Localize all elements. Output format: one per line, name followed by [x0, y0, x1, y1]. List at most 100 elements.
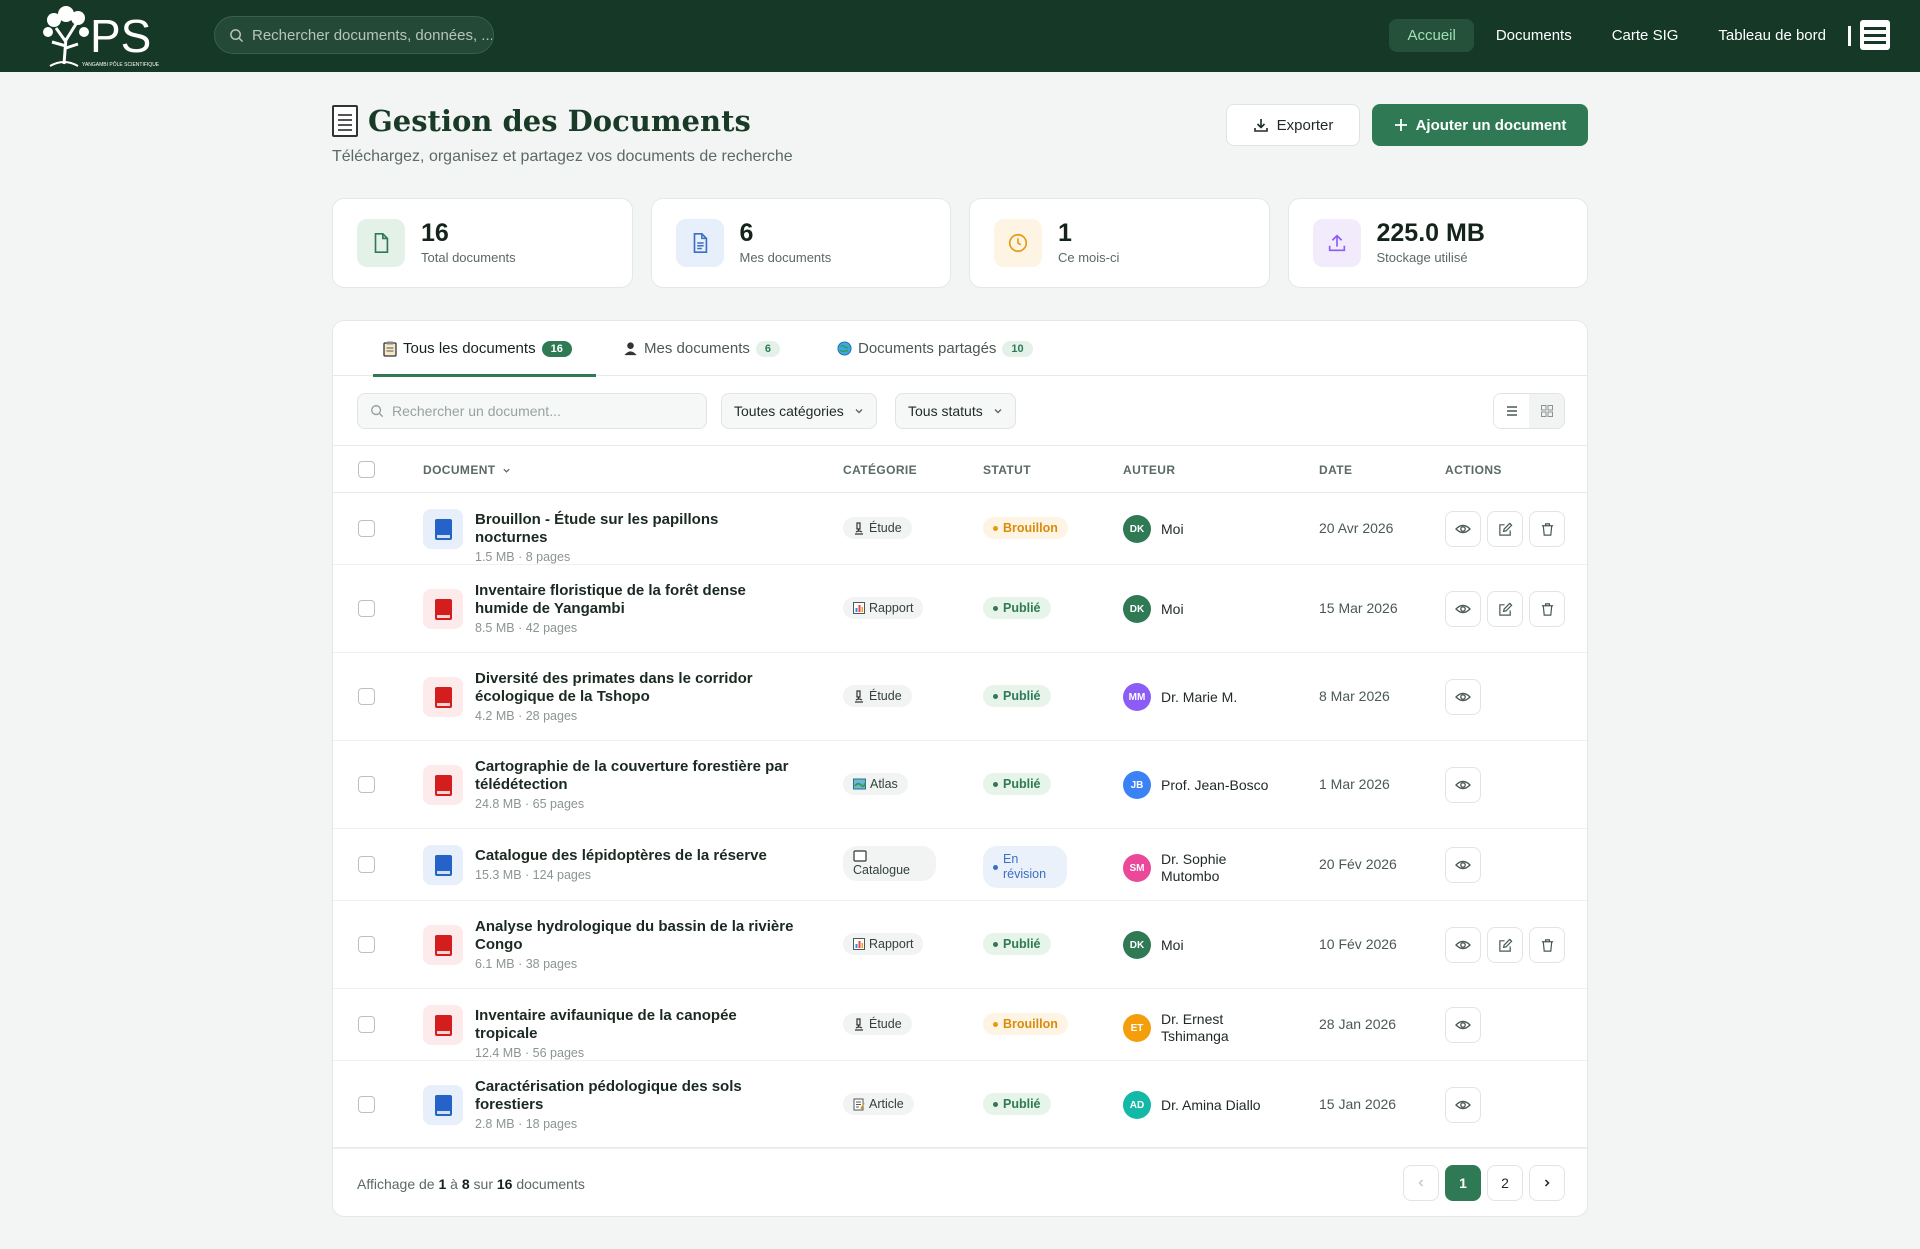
document-search[interactable]	[357, 393, 707, 429]
next-page-button[interactable]	[1529, 1165, 1565, 1201]
book-icon	[423, 589, 463, 629]
table-row[interactable]: Inventaire floristique de la forêt dense…	[333, 565, 1587, 653]
document-title[interactable]: Catalogue des lépidoptères de la réserve…	[475, 847, 795, 884]
document-title[interactable]: Inventaire floristique de la forêt dense…	[475, 582, 795, 637]
edit-button[interactable]	[1487, 591, 1523, 627]
delete-button[interactable]	[1529, 591, 1565, 627]
tab-shared-documents[interactable]: Documents partagés 10	[837, 321, 1033, 376]
row-actions	[1445, 847, 1481, 883]
document-title[interactable]: Analyse hydrologique du bassin de la riv…	[475, 918, 795, 973]
page-button-2[interactable]: 2	[1487, 1165, 1523, 1201]
table-row[interactable]: Catalogue des lépidoptères de la réserve…	[333, 829, 1587, 901]
stat-label: Ce mois-ci	[1058, 250, 1120, 265]
global-search[interactable]	[214, 16, 494, 54]
document-date: 20 Avr 2026	[1319, 520, 1394, 536]
row-checkbox[interactable]	[358, 688, 375, 705]
tab-count-badge: 10	[1002, 340, 1033, 357]
document-date: 28 Jan 2026	[1319, 1016, 1397, 1032]
status-badge: Brouillon	[983, 1013, 1068, 1035]
author-name: Moi	[1161, 520, 1184, 537]
nav-link-documents[interactable]: Documents	[1478, 19, 1590, 52]
view-button[interactable]	[1445, 847, 1481, 883]
author-name: Dr. Marie M.	[1161, 688, 1238, 705]
status-select[interactable]: Tous statuts	[895, 393, 1016, 429]
status-select-value: Tous statuts	[908, 403, 983, 419]
document-meta: 24.8 MB · 65 pages	[475, 797, 585, 811]
document-date: 15 Jan 2026	[1319, 1096, 1397, 1112]
tab-my-documents[interactable]: Mes documents 6	[623, 321, 781, 376]
document-title[interactable]: Inventaire avifaunique de la canopée tro…	[475, 1007, 795, 1062]
edit-icon	[1498, 938, 1512, 952]
view-button[interactable]	[1445, 927, 1481, 963]
delete-button[interactable]	[1529, 927, 1565, 963]
edit-button[interactable]	[1487, 927, 1523, 963]
column-category: CATÉGORIE	[843, 463, 918, 477]
row-checkbox[interactable]	[358, 776, 375, 793]
row-actions	[1445, 511, 1565, 547]
pagination: 1 2	[1403, 1165, 1565, 1201]
stat-value: 225.0 MB	[1376, 219, 1485, 247]
view-button[interactable]	[1445, 1007, 1481, 1043]
grid-view-icon[interactable]	[1529, 394, 1564, 428]
column-status: STATUT	[983, 463, 1031, 477]
category-badge: Étude	[843, 685, 912, 707]
table-row[interactable]: Cartographie de la couverture forestière…	[333, 741, 1587, 829]
table-row[interactable]: Brouillon - Étude sur les papillons noct…	[333, 493, 1587, 566]
microscope-icon	[855, 1017, 863, 1031]
eye-icon	[1455, 860, 1471, 870]
category-badge: Étude	[843, 517, 912, 539]
author-name: Dr. Ernest Tshimanga	[1161, 1011, 1229, 1044]
view-button[interactable]	[1445, 1087, 1481, 1123]
microscope-icon	[855, 521, 863, 535]
page-button-1[interactable]: 1	[1445, 1165, 1481, 1201]
global-search-input[interactable]	[252, 26, 492, 44]
table-row[interactable]: Analyse hydrologique du bassin de la riv…	[333, 901, 1587, 989]
export-button[interactable]: Exporter	[1226, 104, 1360, 146]
view-button[interactable]	[1445, 679, 1481, 715]
tab-all-documents[interactable]: Tous les documents 16	[373, 321, 596, 377]
select-all-checkbox[interactable]	[358, 461, 375, 478]
table-row[interactable]: Inventaire avifaunique de la canopée tro…	[333, 989, 1587, 1062]
view-button[interactable]	[1445, 511, 1481, 547]
document-title[interactable]: Brouillon - Étude sur les papillons noct…	[475, 511, 795, 566]
author: MM Dr. Marie M.	[1123, 683, 1281, 711]
document-search-input[interactable]	[392, 403, 692, 419]
document-title[interactable]: Caractérisation pédologique des sols for…	[475, 1078, 795, 1133]
globe-icon	[837, 341, 852, 356]
row-checkbox[interactable]	[358, 1016, 375, 1033]
column-date: DATE	[1319, 463, 1353, 477]
row-checkbox[interactable]	[358, 856, 375, 873]
bar-chart-icon	[853, 602, 865, 614]
column-document[interactable]: DOCUMENT	[423, 463, 511, 477]
edit-button[interactable]	[1487, 511, 1523, 547]
document-title[interactable]: Cartographie de la couverture forestière…	[475, 758, 795, 813]
prev-page-button[interactable]	[1403, 1165, 1439, 1201]
table-row[interactable]: Diversité des primates dans le corridor …	[333, 653, 1587, 741]
avatar: DK	[1123, 515, 1151, 543]
nav-link-carte-sig[interactable]: Carte SIG	[1594, 19, 1697, 52]
list-view-icon[interactable]	[1494, 394, 1529, 428]
author: AD Dr. Amina Diallo	[1123, 1091, 1281, 1119]
author-name: Dr. Sophie Mutombo	[1161, 851, 1227, 884]
hamburger-menu-icon[interactable]	[1860, 20, 1890, 50]
table-row[interactable]: Caractérisation pédologique des sols for…	[333, 1061, 1587, 1149]
logo[interactable]: PS YANGAMBI PÔLE SCIENTIFIQUE	[30, 2, 170, 70]
row-checkbox[interactable]	[358, 600, 375, 617]
clipboard-icon	[383, 341, 397, 357]
add-document-button[interactable]: Ajouter un document	[1372, 104, 1588, 146]
document-title[interactable]: Diversité des primates dans le corridor …	[475, 670, 795, 725]
view-button[interactable]	[1445, 767, 1481, 803]
nav-link-accueil[interactable]: Accueil	[1389, 19, 1474, 52]
clock-icon	[994, 219, 1042, 267]
memo-icon	[853, 1098, 865, 1110]
avatar: MM	[1123, 683, 1151, 711]
row-checkbox[interactable]	[358, 936, 375, 953]
delete-button[interactable]	[1529, 511, 1565, 547]
row-checkbox[interactable]	[358, 520, 375, 537]
page-subtitle: Téléchargez, organisez et partagez vos d…	[332, 148, 793, 165]
nav-link-tableau-de-bord[interactable]: Tableau de bord	[1700, 19, 1844, 52]
view-button[interactable]	[1445, 591, 1481, 627]
category-select[interactable]: Toutes catégories	[721, 393, 877, 429]
author: DK Moi	[1123, 595, 1281, 623]
row-checkbox[interactable]	[358, 1096, 375, 1113]
